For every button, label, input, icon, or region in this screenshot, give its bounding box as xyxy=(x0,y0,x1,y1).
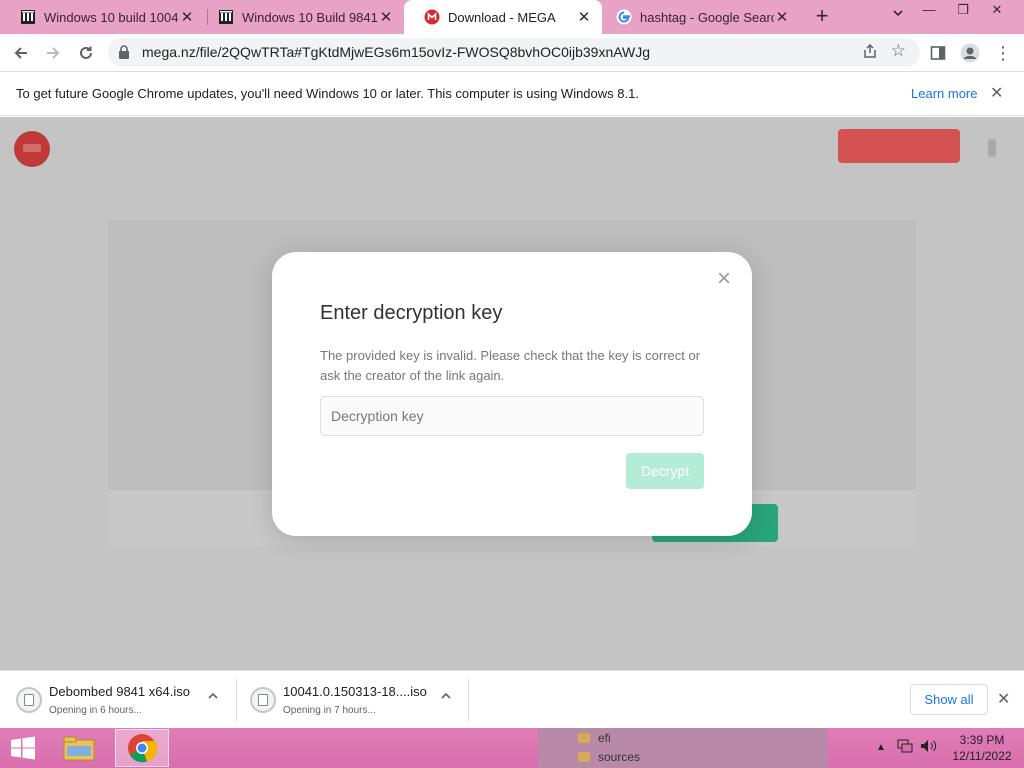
clock-time: 3:39 PM xyxy=(959,733,1005,747)
download-status: Opening in 7 hours... xyxy=(283,705,376,716)
volume-icon[interactable] xyxy=(920,739,938,756)
dialog-close-icon[interactable]: × xyxy=(712,267,736,292)
tab-close-icon[interactable]: ✕ xyxy=(576,8,592,26)
side-panel-icon[interactable] xyxy=(925,40,951,66)
tab-title: hashtag - Google Search xyxy=(640,9,774,25)
learn-more-link[interactable]: Learn more xyxy=(911,86,977,101)
download-filename: 10041.0.150313-18....iso xyxy=(283,684,427,699)
restore-button[interactable]: ❐ xyxy=(946,0,980,22)
browser-toolbar: mega.nz/file/2QQwTRTa#TgKtdMjwEGs6m15ovI… xyxy=(0,34,1024,72)
dialog-title: Enter decryption key xyxy=(320,302,503,324)
tab-windows-10-build-10041[interactable]: Windows 10 build 10041 ✕ xyxy=(0,0,205,34)
show-all-downloads-button[interactable]: Show all xyxy=(910,684,988,715)
file-explorer-taskbar-icon[interactable] xyxy=(52,729,106,767)
create-account-button xyxy=(838,129,960,163)
tab-title: Download - MEGA xyxy=(448,9,556,25)
reload-button[interactable] xyxy=(73,40,99,66)
minimize-button[interactable]: — xyxy=(912,0,946,22)
shelf-close-icon[interactable]: ✕ xyxy=(997,689,1010,709)
system-clock[interactable]: 3:39 PM 12/11/2022 xyxy=(950,732,1014,764)
infobar-close-icon[interactable]: ✕ xyxy=(990,83,1003,103)
tab-download-mega[interactable]: Download - MEGA ✕ xyxy=(404,0,602,34)
file-icon xyxy=(250,687,276,713)
download-shelf: Debombed 9841 x64.iso Opening in 6 hours… xyxy=(0,670,1024,728)
folder-icon xyxy=(578,752,590,762)
new-tab-button[interactable]: + xyxy=(810,5,834,29)
tab-strip: Windows 10 build 10041 ✕ Windows 10 Buil… xyxy=(0,0,1024,34)
mega-icon xyxy=(424,9,440,25)
tab-close-icon[interactable]: ✕ xyxy=(774,8,790,26)
windows-taskbar: efi sources ▲ 3:39 PM 12/11/2022 xyxy=(0,728,1024,768)
address-bar[interactable]: mega.nz/file/2QQwTRTa#TgKtdMjwEGs6m15ovI… xyxy=(108,38,920,67)
windows-start-icon[interactable] xyxy=(8,736,40,760)
decryption-key-dialog: × Enter decryption key The provided key … xyxy=(272,252,752,536)
archive-icon xyxy=(20,9,36,25)
explorer-window-preview: efi sources xyxy=(538,728,828,768)
forward-button[interactable] xyxy=(40,40,66,66)
share-icon[interactable] xyxy=(862,43,878,63)
folder-row[interactable]: efi xyxy=(578,731,611,745)
folder-row[interactable]: sources xyxy=(578,750,640,764)
menu-kebab-icon[interactable]: ⋮ xyxy=(990,40,1016,66)
tab-search-chevron-icon[interactable] xyxy=(888,7,908,27)
mega-menu-icon xyxy=(988,139,996,157)
tab-windows-10-build-9841[interactable]: Windows 10 Build 9841 x ✕ xyxy=(198,0,404,34)
url-text: mega.nz/file/2QQwTRTa#TgKtdMjwEGs6m15ovI… xyxy=(142,44,651,60)
tab-title: Windows 10 build 10041 xyxy=(44,9,179,25)
download-item[interactable]: 10041.0.150313-18....iso Opening in 7 ho… xyxy=(234,671,468,729)
google-icon xyxy=(616,9,632,25)
tab-title: Windows 10 Build 9841 x xyxy=(242,9,378,25)
window-close-button[interactable]: ✕ xyxy=(980,0,1014,22)
tray-expand-icon[interactable]: ▲ xyxy=(876,742,886,753)
chrome-taskbar-icon[interactable] xyxy=(115,729,169,767)
file-icon xyxy=(16,687,42,713)
decrypt-button[interactable]: Decrypt xyxy=(626,453,704,489)
download-status: Opening in 6 hours... xyxy=(49,705,142,716)
back-button[interactable] xyxy=(8,40,34,66)
folder-name: efi xyxy=(598,731,611,745)
download-filename: Debombed 9841 x64.iso xyxy=(49,684,190,699)
download-item[interactable]: Debombed 9841 x64.iso Opening in 6 hours… xyxy=(0,671,234,729)
profile-avatar-icon[interactable] xyxy=(957,40,983,66)
clock-date: 12/11/2022 xyxy=(952,749,1012,763)
chevron-up-icon[interactable] xyxy=(204,690,222,708)
chevron-up-icon[interactable] xyxy=(437,690,455,708)
tab-close-icon[interactable]: ✕ xyxy=(378,8,394,26)
folder-name: sources xyxy=(598,750,641,764)
folder-icon xyxy=(578,733,590,743)
dialog-description: The provided key is invalid. Please chec… xyxy=(320,348,701,383)
bookmark-star-icon[interactable]: ☆ xyxy=(891,41,906,61)
infobar-message: To get future Google Chrome updates, you… xyxy=(16,86,639,101)
lock-icon xyxy=(118,45,130,59)
browser-window: Windows 10 build 10041 ✕ Windows 10 Buil… xyxy=(0,0,1024,768)
tab-hashtag-google-search[interactable]: hashtag - Google Search ✕ xyxy=(596,0,800,34)
shelf-divider xyxy=(468,679,469,721)
archive-icon xyxy=(218,9,234,25)
mega-logo xyxy=(14,131,50,167)
tab-close-icon[interactable]: ✕ xyxy=(179,8,195,26)
update-infobar: To get future Google Chrome updates, you… xyxy=(0,72,1024,116)
network-icon[interactable] xyxy=(897,739,913,756)
decryption-key-input[interactable] xyxy=(320,396,704,436)
